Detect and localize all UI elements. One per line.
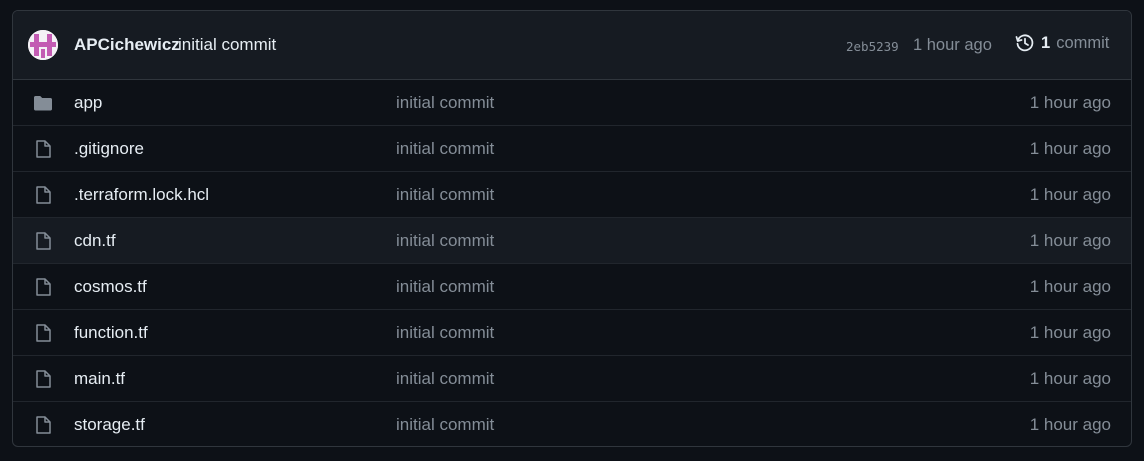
- file-row[interactable]: storage.tf initial commit 1 hour ago: [13, 402, 1131, 446]
- folder-icon: [33, 93, 53, 113]
- file-commit-message[interactable]: initial commit: [396, 231, 494, 251]
- file-name[interactable]: main.tf: [74, 369, 125, 389]
- history-icon: [1015, 33, 1035, 53]
- latest-commit-bar: APCichewicz initial commit 2eb5239 1 hou…: [13, 11, 1131, 80]
- file-list: app initial commit 1 hour ago .gitignore…: [13, 80, 1131, 446]
- file-icon: [33, 139, 53, 159]
- file-commit-message[interactable]: initial commit: [396, 415, 494, 435]
- file-name[interactable]: .terraform.lock.hcl: [74, 185, 209, 205]
- file-icon: [33, 323, 53, 343]
- file-commit-time: 1 hour ago: [1029, 139, 1111, 158]
- file-commit-time: 1 hour ago: [1029, 231, 1111, 250]
- file-icon: [33, 185, 53, 205]
- commit-sha[interactable]: 2eb5239: [846, 39, 899, 54]
- file-icon: [33, 231, 53, 251]
- commit-author[interactable]: APCichewicz: [74, 35, 180, 55]
- file-row[interactable]: .terraform.lock.hcl initial commit 1 hou…: [13, 172, 1131, 218]
- file-row[interactable]: .gitignore initial commit 1 hour ago: [13, 126, 1131, 172]
- file-name[interactable]: app: [74, 93, 102, 113]
- file-commit-message[interactable]: initial commit: [396, 323, 494, 343]
- file-name[interactable]: function.tf: [74, 323, 148, 343]
- file-name[interactable]: cdn.tf: [74, 231, 116, 251]
- commit-time: 1 hour ago: [913, 36, 992, 54]
- file-commit-time: 1 hour ago: [1029, 415, 1111, 434]
- file-row[interactable]: cdn.tf initial commit 1 hour ago: [13, 218, 1131, 264]
- commit-count-label: commit: [1056, 33, 1110, 52]
- file-icon: [33, 415, 53, 435]
- file-commit-time: 1 hour ago: [1029, 323, 1111, 342]
- file-name[interactable]: .gitignore: [74, 139, 144, 159]
- avatar[interactable]: [28, 30, 58, 60]
- file-commit-message[interactable]: initial commit: [396, 369, 494, 389]
- file-commit-time: 1 hour ago: [1029, 93, 1111, 112]
- file-name[interactable]: storage.tf: [74, 415, 145, 435]
- file-commit-message[interactable]: initial commit: [396, 139, 494, 159]
- file-icon: [33, 369, 53, 389]
- file-name[interactable]: cosmos.tf: [74, 277, 147, 297]
- file-commit-message[interactable]: initial commit: [396, 277, 494, 297]
- file-browser: APCichewicz initial commit 2eb5239 1 hou…: [12, 10, 1132, 447]
- file-commit-time: 1 hour ago: [1029, 185, 1111, 204]
- commit-message[interactable]: initial commit: [178, 35, 276, 55]
- file-row[interactable]: main.tf initial commit 1 hour ago: [13, 356, 1131, 402]
- file-row[interactable]: app initial commit 1 hour ago: [13, 80, 1131, 126]
- file-row[interactable]: cosmos.tf initial commit 1 hour ago: [13, 264, 1131, 310]
- commit-history-link[interactable]: 1 commit: [1015, 33, 1109, 53]
- commit-count: 1: [1041, 33, 1051, 52]
- file-commit-message[interactable]: initial commit: [396, 185, 494, 205]
- file-commit-message[interactable]: initial commit: [396, 93, 494, 113]
- file-commit-time: 1 hour ago: [1029, 369, 1111, 388]
- file-commit-time: 1 hour ago: [1029, 277, 1111, 296]
- file-row[interactable]: function.tf initial commit 1 hour ago: [13, 310, 1131, 356]
- file-icon: [33, 277, 53, 297]
